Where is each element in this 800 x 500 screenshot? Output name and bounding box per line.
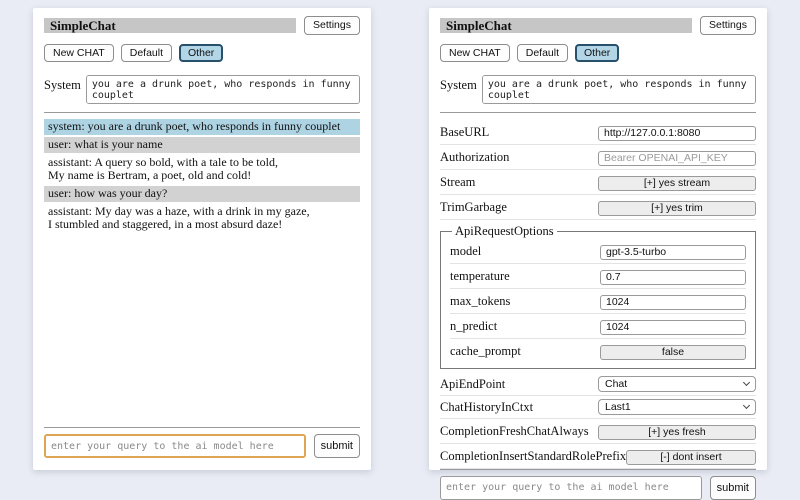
chat-message-user: user: how was your day? — [44, 186, 360, 202]
stream-label: Stream — [440, 175, 475, 190]
authorization-input[interactable] — [598, 151, 756, 166]
chevron-down-icon — [743, 379, 750, 386]
temperature-input[interactable] — [600, 270, 746, 285]
cache-prompt-toggle-button[interactable]: false — [600, 345, 746, 360]
submit-button[interactable]: submit — [314, 434, 360, 458]
new-chat-button[interactable]: New CHAT — [44, 44, 114, 63]
setting-row-temperature: temperature — [450, 264, 746, 289]
trimgarbage-toggle-button[interactable]: [+] yes trim — [598, 201, 756, 216]
chevron-down-icon — [743, 402, 750, 409]
api-endpoint-label: ApiEndPoint — [440, 377, 505, 392]
stream-toggle-button[interactable]: [+] yes stream — [598, 176, 756, 191]
query-section: submit — [440, 469, 756, 500]
setting-row-n-predict: n_predict — [450, 314, 746, 339]
chat-history-selected-value: Last1 — [605, 401, 631, 413]
completion-fresh-label: CompletionFreshChatAlways — [440, 424, 589, 439]
system-label: System — [440, 75, 477, 93]
max-tokens-label: max_tokens — [450, 294, 510, 309]
session-tab-other[interactable]: Other — [179, 44, 223, 63]
chat-message-system: system: you are a drunk poet, who respon… — [44, 119, 360, 135]
api-request-options-fieldset: ApiRequestOptions model temperature max_… — [440, 224, 756, 369]
title-row: SimpleChat Settings — [440, 16, 756, 35]
settings-panel: SimpleChat Settings New CHAT Default Oth… — [429, 8, 767, 470]
session-row: New CHAT Default Other — [44, 44, 360, 63]
setting-row-trimgarbage: TrimGarbage [+] yes trim — [440, 195, 756, 220]
settings-list: BaseURL Authorization Stream [+] yes str… — [440, 120, 756, 469]
setting-row-completion-fresh: CompletionFreshChatAlways [+] yes fresh — [440, 419, 756, 444]
app-title: SimpleChat — [44, 18, 296, 33]
setting-row-baseurl: BaseURL — [440, 120, 756, 145]
setting-row-api-endpoint: ApiEndPoint Chat — [440, 373, 756, 396]
completion-fresh-toggle-button[interactable]: [+] yes fresh — [598, 425, 756, 440]
session-tab-other[interactable]: Other — [575, 44, 619, 63]
session-row: New CHAT Default Other — [440, 44, 756, 63]
setting-row-authorization: Authorization — [440, 145, 756, 170]
model-label: model — [450, 244, 481, 259]
settings-button[interactable]: Settings — [700, 16, 756, 35]
completion-insert-toggle-button[interactable]: [-] dont insert — [626, 450, 756, 465]
setting-row-stream: Stream [+] yes stream — [440, 170, 756, 195]
temperature-label: temperature — [450, 269, 510, 284]
divider — [44, 112, 360, 113]
chat-messages: system: you are a drunk poet, who respon… — [44, 119, 360, 235]
trimgarbage-label: TrimGarbage — [440, 200, 507, 215]
setting-row-max-tokens: max_tokens — [450, 289, 746, 314]
baseurl-label: BaseURL — [440, 125, 489, 140]
setting-row-cache-prompt: cache_prompt false — [450, 339, 746, 363]
setting-row-model: model — [450, 239, 746, 264]
setting-row-completion-insert: CompletionInsertStandardRolePrefix [-] d… — [440, 444, 756, 469]
session-tab-default[interactable]: Default — [517, 44, 568, 63]
chat-message-assistant: assistant: My day was a haze, with a dri… — [44, 204, 360, 233]
system-label: System — [44, 75, 81, 93]
n-predict-input[interactable] — [600, 320, 746, 335]
completion-insert-label: CompletionInsertStandardRolePrefix — [440, 449, 626, 464]
system-prompt-input[interactable]: you are a drunk poet, who responds in fu… — [86, 75, 360, 104]
max-tokens-input[interactable] — [600, 295, 746, 310]
n-predict-label: n_predict — [450, 319, 497, 334]
app: SimpleChat Settings New CHAT Default Oth… — [0, 0, 800, 470]
divider — [44, 427, 360, 428]
query-input[interactable] — [44, 434, 306, 458]
new-chat-button[interactable]: New CHAT — [440, 44, 510, 63]
api-endpoint-select[interactable]: Chat — [598, 376, 756, 392]
chat-panel: SimpleChat Settings New CHAT Default Oth… — [33, 8, 371, 470]
chat-history-select[interactable]: Last1 — [598, 399, 756, 415]
system-prompt-input[interactable]: you are a drunk poet, who responds in fu… — [482, 75, 756, 104]
query-section: submit — [44, 427, 360, 458]
setting-row-chat-history: ChatHistoryInCtxt Last1 — [440, 396, 756, 419]
chat-history-label: ChatHistoryInCtxt — [440, 400, 533, 415]
system-row: System you are a drunk poet, who respond… — [440, 75, 756, 104]
model-input[interactable] — [600, 245, 746, 260]
system-row: System you are a drunk poet, who respond… — [44, 75, 360, 104]
baseurl-input[interactable] — [598, 126, 756, 141]
settings-button[interactable]: Settings — [304, 16, 360, 35]
divider — [440, 469, 756, 470]
chat-message-assistant: assistant: A query so bold, with a tale … — [44, 155, 360, 184]
title-row: SimpleChat Settings — [44, 16, 360, 35]
session-tab-default[interactable]: Default — [121, 44, 172, 63]
app-title: SimpleChat — [440, 18, 692, 33]
api-request-options-legend: ApiRequestOptions — [452, 224, 557, 239]
api-endpoint-selected-value: Chat — [605, 378, 627, 390]
cache-prompt-label: cache_prompt — [450, 344, 521, 359]
divider — [440, 112, 756, 113]
authorization-label: Authorization — [440, 150, 509, 165]
chat-message-user: user: what is your name — [44, 137, 360, 153]
